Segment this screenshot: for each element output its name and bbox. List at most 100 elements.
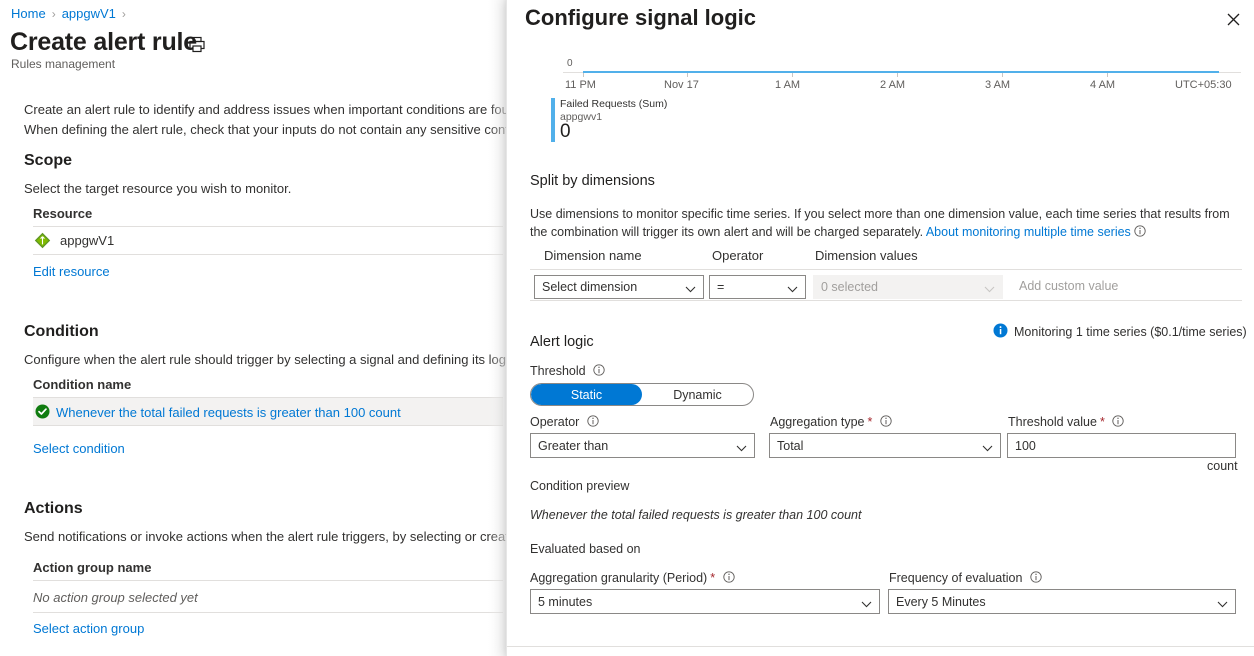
- create-alert-rule-blade: Home › appgwV1 › Create alert rule Rules ma…: [0, 0, 512, 656]
- scope-column-header: Resource: [33, 206, 93, 221]
- chevron-down-icon: [736, 441, 747, 455]
- aggregation-type-select[interactable]: Total: [769, 433, 1001, 458]
- condition-heading: Condition: [24, 323, 99, 340]
- chevron-down-icon: [787, 282, 798, 296]
- chart-tick: [792, 73, 793, 77]
- select-condition-link[interactable]: Select condition: [33, 441, 125, 456]
- frequency-of-evaluation-label: Frequency of evaluation: [889, 571, 1042, 585]
- chart-tick: [687, 73, 688, 77]
- split-by-dimensions-description: Use dimensions to monitor specific time …: [530, 205, 1230, 241]
- aggregation-type-label-text: Aggregation type: [770, 415, 865, 429]
- dimension-name-select-value: Select dimension: [542, 280, 638, 294]
- azure-portal-screen: Home › appgwV1 › Create alert rule Rules ma…: [0, 0, 1254, 656]
- chart-x-tick-label: Nov 17: [664, 79, 699, 91]
- aggregation-type-select-value: Total: [777, 438, 804, 453]
- intro-line-2: When defining the alert rule, check that…: [24, 122, 512, 137]
- condition-column-header: Condition name: [33, 377, 132, 392]
- condition-row-label[interactable]: Whenever the total failed requests is gr…: [56, 405, 401, 420]
- info-outline-icon[interactable]: [1112, 415, 1124, 427]
- intro-text: Create an alert rule to identify and add…: [24, 100, 512, 140]
- condition-description: Configure when the alert rule should tri…: [24, 352, 512, 367]
- operator-label-text: Operator: [530, 415, 580, 429]
- scope-resource-name: appgwV1: [60, 233, 115, 248]
- breadcrumb-separator-icon: ›: [51, 7, 56, 21]
- select-action-group-link[interactable]: Select action group: [33, 621, 144, 636]
- info-outline-icon[interactable]: [593, 364, 605, 376]
- add-custom-value-input[interactable]: Add custom value: [1019, 279, 1118, 293]
- divider: [33, 226, 503, 227]
- breadcrumb-item-appgwv1[interactable]: appgwV1: [62, 6, 116, 21]
- chart-x-tick-label: 2 AM: [880, 79, 906, 91]
- condition-preview-text: Whenever the total failed requests is gr…: [530, 508, 862, 522]
- alert-logic-heading: Alert logic: [530, 334, 594, 350]
- metric-chart[interactable]: 0 11 PM Nov 17 1 AM 2 AM 3 AM 4 AM UTC+0…: [529, 58, 1241, 146]
- divider: [33, 254, 503, 255]
- column-header-dimension-name: Dimension name: [544, 248, 642, 263]
- scope-description: Select the target resource you wish to m…: [24, 181, 292, 196]
- threshold-value-label: Threshold value *: [1008, 415, 1124, 429]
- print-icon[interactable]: [186, 34, 208, 56]
- aggregation-granularity-label: Aggregation granularity (Period) *: [530, 571, 735, 585]
- required-asterisk: *: [710, 571, 716, 585]
- chart-legend-color-swatch: [551, 98, 555, 142]
- no-action-group-text: No action group selected yet: [33, 590, 198, 605]
- info-outline-icon[interactable]: [880, 415, 892, 427]
- threshold-unit-label: count: [1207, 459, 1238, 473]
- threshold-toggle-dynamic[interactable]: Dynamic: [642, 384, 753, 405]
- frequency-of-evaluation-select[interactable]: Every 5 Minutes: [888, 589, 1236, 614]
- column-header-dimension-values: Dimension values: [815, 248, 918, 263]
- info-filled-icon[interactable]: [993, 323, 1008, 338]
- operator-select[interactable]: =: [709, 275, 806, 299]
- frequency-of-evaluation-select-value: Every 5 Minutes: [896, 594, 986, 609]
- info-outline-icon[interactable]: [1030, 571, 1042, 583]
- alert-operator-select-value: Greater than: [538, 438, 609, 453]
- chevron-down-icon: [1217, 597, 1228, 611]
- breadcrumb-item-home[interactable]: Home: [11, 6, 46, 21]
- condition-preview-heading: Condition preview: [530, 479, 630, 493]
- info-outline-icon[interactable]: [587, 415, 599, 427]
- operator-field-label: Operator: [530, 415, 599, 429]
- dimension-values-select: 0 selected: [813, 275, 1003, 299]
- about-monitoring-multiple-time-series-link[interactable]: About monitoring multiple time series: [926, 225, 1131, 239]
- info-outline-icon[interactable]: [722, 571, 735, 583]
- close-icon[interactable]: [1218, 4, 1248, 34]
- dimension-values-select-value: 0 selected: [821, 280, 878, 294]
- column-header-operator: Operator: [712, 248, 764, 263]
- frequency-of-evaluation-label-text: Frequency of evaluation: [889, 571, 1023, 585]
- intro-line-1: Create an alert rule to identify and add…: [24, 102, 512, 117]
- success-check-icon: [35, 404, 50, 419]
- actions-description: Send notifications or invoke actions whe…: [24, 529, 512, 544]
- split-desc-line-2: combination will trigger its own alert a…: [550, 225, 926, 239]
- chevron-down-icon: [982, 441, 993, 455]
- alert-operator-select[interactable]: Greater than: [530, 433, 755, 458]
- chart-tick: [1002, 73, 1003, 77]
- threshold-type-toggle[interactable]: Static Dynamic: [530, 383, 754, 406]
- divider: [33, 612, 503, 613]
- page-title: Create alert rule: [10, 28, 197, 56]
- edit-resource-link[interactable]: Edit resource: [33, 264, 110, 279]
- chart-tick: [897, 73, 898, 77]
- info-outline-icon[interactable]: [1134, 224, 1146, 237]
- chevron-down-icon: [861, 597, 872, 611]
- dimension-name-select[interactable]: Select dimension: [534, 275, 704, 299]
- page-subtitle: Rules management: [11, 57, 116, 71]
- threshold-toggle-static[interactable]: Static: [531, 384, 642, 405]
- scope-heading: Scope: [24, 152, 73, 169]
- divider: [530, 300, 1242, 301]
- chart-tick: [1107, 73, 1108, 77]
- chart-legend-value: 0: [560, 121, 571, 142]
- breadcrumb: Home › appgwV1 ›: [11, 6, 132, 21]
- flyout-title: Configure signal logic: [525, 5, 757, 30]
- threshold-value-input[interactable]: 100: [1007, 433, 1236, 458]
- aggregation-granularity-label-text: Aggregation granularity (Period): [530, 571, 708, 585]
- aggregation-granularity-select[interactable]: 5 minutes: [530, 589, 880, 614]
- threshold-value-input-value: 100: [1015, 438, 1036, 453]
- configure-signal-logic-flyout: Configure signal logic 0 11 PM Nov 17 1 …: [506, 0, 1254, 656]
- aggregation-granularity-select-value: 5 minutes: [538, 594, 593, 609]
- chevron-down-icon: [984, 282, 995, 296]
- chart-tick: [583, 73, 584, 77]
- application-gateway-icon: [34, 232, 51, 249]
- chart-x-tick-label: 1 AM: [775, 79, 801, 91]
- monitoring-note-text: Monitoring 1 time series ($0.1/time seri…: [1014, 325, 1247, 339]
- threshold-label: Threshold: [530, 364, 605, 378]
